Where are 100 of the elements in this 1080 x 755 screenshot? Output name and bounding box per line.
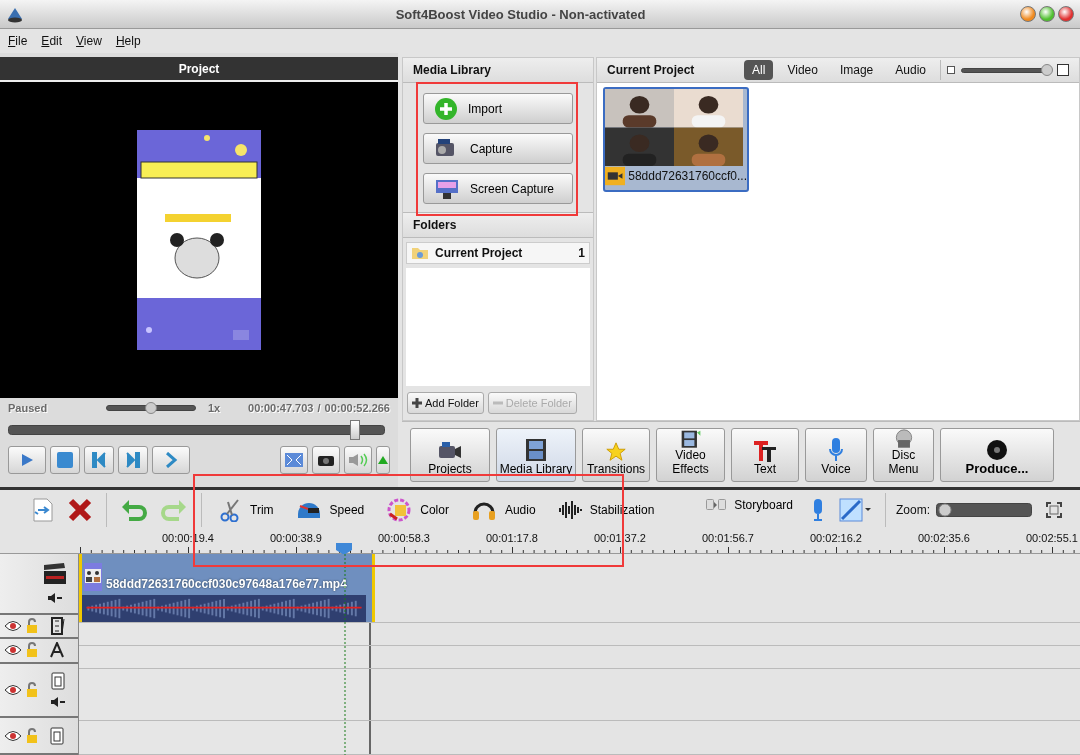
thumbnail-size-slider[interactable] xyxy=(961,64,1051,76)
document-arrows-icon xyxy=(32,497,54,522)
chevron-right-icon xyxy=(164,452,178,468)
module-button[interactable]: Text xyxy=(731,427,799,482)
tool-button[interactable]: Speed xyxy=(287,494,373,525)
stop-button[interactable] xyxy=(50,446,80,474)
stop-icon xyxy=(57,452,73,468)
eye-icon[interactable] xyxy=(4,644,22,657)
ruler-time-label: 00:02:16.2 xyxy=(810,531,862,544)
padlock-icon[interactable] xyxy=(26,682,38,699)
film-reel-icon xyxy=(985,437,1009,462)
tool-button[interactable]: Audio xyxy=(462,494,544,525)
plus-icon xyxy=(412,398,422,408)
zoom-slider[interactable] xyxy=(936,502,1032,517)
filter-tab[interactable]: Video xyxy=(779,60,826,80)
menu-item[interactable]: View xyxy=(76,34,102,48)
speed-slider[interactable] xyxy=(106,402,196,414)
ruler-time-label: 00:00:58.3 xyxy=(378,531,430,544)
module-button[interactable]: Projects xyxy=(410,427,490,482)
padlock-icon[interactable] xyxy=(26,642,38,659)
expand-button[interactable] xyxy=(376,446,390,474)
previous-button[interactable] xyxy=(84,446,114,474)
module-button[interactable]: Video Effects xyxy=(656,427,725,482)
tool-button[interactable]: Color xyxy=(378,494,457,525)
filter-tab[interactable]: Image xyxy=(831,60,882,80)
panel-title: Project xyxy=(0,57,398,82)
seek-slider[interactable] xyxy=(8,420,385,440)
redo-icon xyxy=(161,498,187,521)
menu-item[interactable]: Edit xyxy=(41,34,63,48)
toggle-icon xyxy=(706,498,727,511)
folder-name: Current Project xyxy=(435,246,524,260)
monitor-icon xyxy=(434,177,460,200)
skip-forward-icon xyxy=(125,452,141,468)
media-item[interactable]: 58ddd72631760ccf0... xyxy=(603,87,749,192)
ruler-time-label: 00:01:17.8 xyxy=(486,531,538,544)
padlock-icon[interactable] xyxy=(26,727,38,744)
ruler-time-label: 00:02:35.6 xyxy=(918,531,970,544)
forward-button[interactable] xyxy=(152,446,190,474)
pencil-grid-icon xyxy=(839,497,871,522)
time-separator: / xyxy=(317,402,321,414)
large-square-icon xyxy=(1057,64,1069,76)
minimize-button[interactable] xyxy=(1020,6,1036,22)
folder-item[interactable]: Current Project 1 xyxy=(406,242,590,264)
film-icon xyxy=(523,436,549,463)
panel-title: Media Library xyxy=(403,58,593,83)
panel-title: Folders xyxy=(403,212,593,238)
letter-a-icon xyxy=(50,642,64,659)
star-icon xyxy=(605,440,627,463)
triangle-up-icon xyxy=(378,456,388,464)
ruler-time-label: 00:00:38.9 xyxy=(270,531,322,544)
close-icon xyxy=(68,497,92,522)
fullscreen-icon xyxy=(285,453,303,467)
module-button[interactable]: Media Library xyxy=(496,427,576,482)
filter-tab[interactable]: All xyxy=(744,60,774,80)
filter-tab[interactable]: Audio xyxy=(887,60,934,80)
next-button[interactable] xyxy=(118,446,148,474)
module-button[interactable]: Produce... xyxy=(940,427,1054,482)
fit-icon xyxy=(1046,501,1062,518)
zoom-label: Zoom: xyxy=(896,502,930,517)
microphone-icon xyxy=(828,436,844,463)
folder-icon xyxy=(411,246,429,260)
playback-status: Paused xyxy=(8,402,49,414)
module-button[interactable]: Transitions xyxy=(582,427,650,482)
text-tool-icon xyxy=(752,438,778,463)
panel-title: Current Project xyxy=(607,63,696,77)
total-time: 00:00:52.266 xyxy=(324,402,390,414)
tool-button[interactable]: Trim xyxy=(212,494,282,525)
folder-button[interactable]: Add Folder xyxy=(407,392,484,414)
eye-icon[interactable] xyxy=(4,620,22,632)
play-icon xyxy=(20,453,34,467)
speaker-icon[interactable] xyxy=(47,592,63,605)
film-frame-icon xyxy=(51,672,65,691)
menu-item[interactable]: File xyxy=(8,34,28,48)
snapshot-button[interactable] xyxy=(312,446,340,474)
storyboard-toggle[interactable]: Storyboard xyxy=(698,489,801,520)
speaker-icon[interactable] xyxy=(50,696,66,709)
maximize-button[interactable] xyxy=(1039,6,1055,22)
module-button[interactable]: Voice xyxy=(805,427,867,482)
window-title: Soft4Boost Video Studio - Non-activated xyxy=(394,6,647,22)
eye-icon[interactable] xyxy=(4,684,22,697)
plus-icon xyxy=(434,96,458,121)
undo-icon xyxy=(121,498,147,521)
film-frame-icon xyxy=(50,726,64,745)
current-time: 00:00:47.703 xyxy=(248,402,314,414)
library-button[interactable]: Import xyxy=(423,93,573,124)
padlock-icon[interactable] xyxy=(26,618,38,634)
folder-count: 1 xyxy=(578,246,585,260)
library-button[interactable]: Screen Capture xyxy=(423,173,573,204)
speed-value: 1x xyxy=(208,402,221,414)
close-button[interactable] xyxy=(1058,6,1074,22)
skip-back-icon xyxy=(91,452,107,468)
play-button[interactable] xyxy=(8,446,46,474)
eye-icon[interactable] xyxy=(4,729,22,742)
module-button[interactable]: Disc Menu xyxy=(873,427,934,482)
film-icon xyxy=(50,617,66,635)
menu-item[interactable]: Help xyxy=(115,34,141,48)
ruler-time-label: 00:02:55.1 xyxy=(1026,531,1078,544)
media-name: 58ddd72631760ccf0... xyxy=(628,169,747,183)
library-button[interactable]: Capture xyxy=(423,133,573,164)
speaker-icon xyxy=(348,453,368,467)
